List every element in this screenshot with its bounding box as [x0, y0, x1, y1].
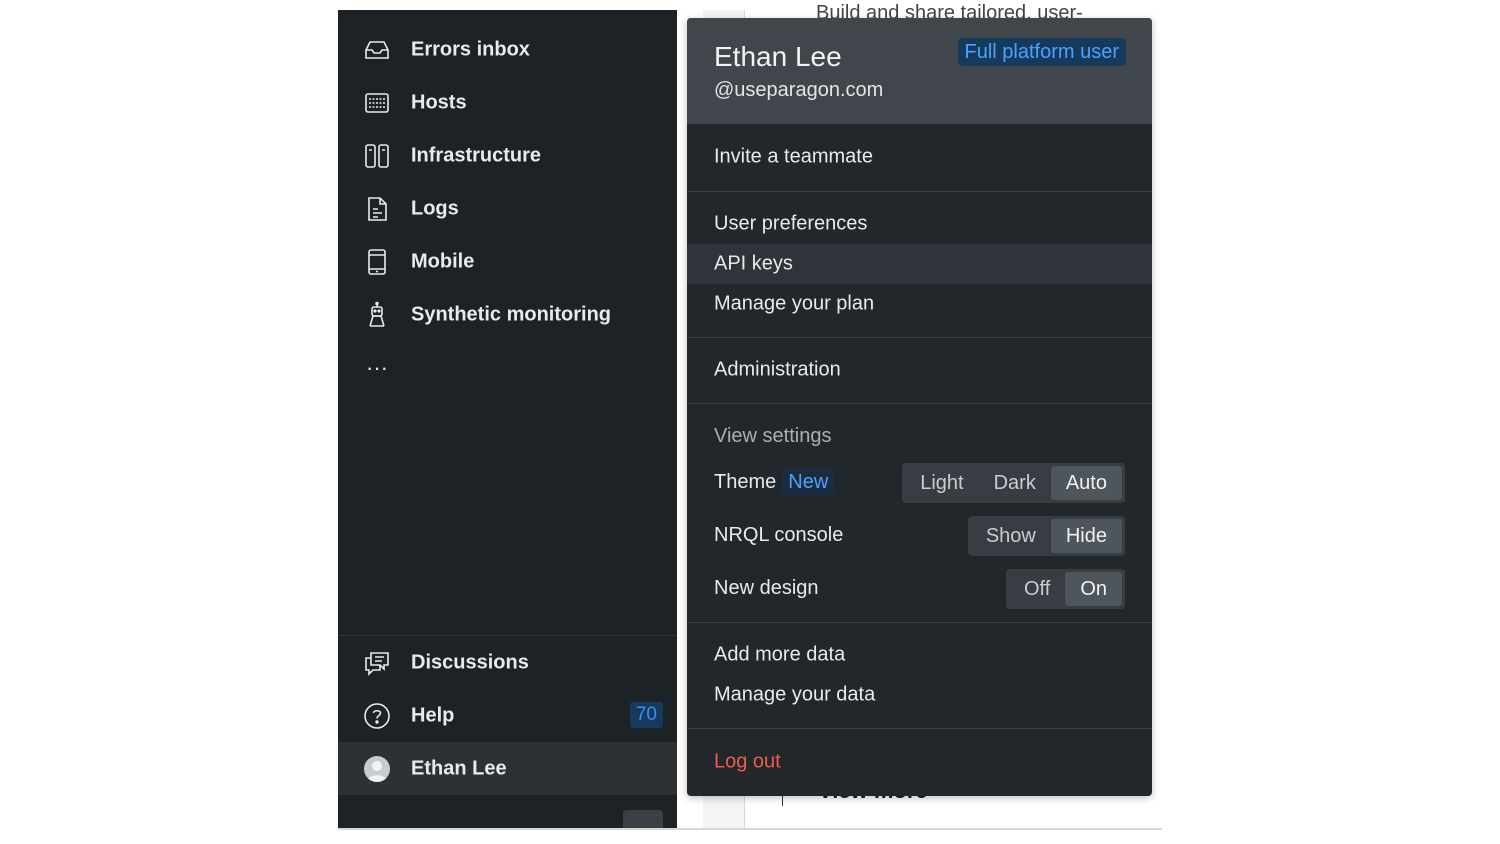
sidebar-item-infrastructure[interactable]: Infrastructure: [338, 129, 677, 182]
collapse-sidebar-button[interactable]: [623, 810, 663, 828]
manage-data-item[interactable]: Manage your data: [687, 675, 1152, 715]
manage-plan-item[interactable]: Manage your plan: [687, 284, 1152, 324]
menu-divider: [687, 337, 1152, 338]
menu-divider: [687, 191, 1152, 192]
sidebar-item-label: Mobile: [411, 250, 475, 272]
new-badge: New: [782, 468, 835, 496]
logs-icon: [363, 195, 391, 223]
menu-item-label: Manage your data: [714, 683, 876, 706]
nrql-hide-option[interactable]: Hide: [1050, 519, 1122, 553]
log-out-item[interactable]: Log out: [687, 742, 1152, 782]
help-icon: [363, 702, 391, 730]
bottom-border: [338, 828, 1162, 830]
mobile-icon: [363, 248, 391, 276]
inbox-icon: [363, 36, 391, 64]
help-count-badge: 70: [629, 702, 663, 728]
user-name: Ethan Lee: [714, 41, 842, 72]
menu-item-label: User preferences: [714, 212, 868, 235]
menu-item-label: Administration: [714, 358, 841, 381]
new-design-on-option[interactable]: On: [1065, 572, 1122, 606]
discussions-icon: [363, 649, 391, 677]
infrastructure-icon: [363, 142, 391, 170]
theme-auto-option[interactable]: Auto: [1050, 466, 1122, 500]
theme-toggle: Light Dark Auto: [902, 463, 1125, 503]
sidebar-item-label: Infrastructure: [411, 144, 542, 166]
user-email: @useparagon.com: [714, 79, 884, 101]
administration-item[interactable]: Administration: [687, 350, 1152, 390]
avatar: [363, 755, 391, 783]
invite-teammate-item[interactable]: Invite a teammate: [687, 137, 1152, 177]
new-design-toggle: Off On: [1006, 569, 1125, 609]
sidebar-item-label: Synthetic monitoring: [411, 303, 611, 325]
sidebar-item-user[interactable]: Ethan Lee: [338, 742, 677, 795]
sidebar-item-label: Ethan Lee: [411, 757, 507, 779]
theme-setting-label: Theme New: [714, 468, 835, 496]
menu-divider: [687, 728, 1152, 729]
sidebar-item-label: Help: [411, 704, 455, 726]
sidebar-item-hosts[interactable]: Hosts: [338, 76, 677, 129]
theme-label: Theme: [714, 471, 777, 493]
user-avatar-icon: [364, 756, 390, 782]
nrql-console-toggle: Show Hide: [967, 516, 1125, 556]
synthetic-monitoring-icon: [363, 301, 391, 329]
hosts-icon: [363, 89, 391, 117]
menu-item-label: Manage your plan: [714, 292, 875, 315]
menu-item-label: Invite a teammate: [714, 145, 873, 168]
sidebar-item-logs[interactable]: Logs: [338, 182, 677, 235]
new-design-label: New design: [714, 577, 819, 599]
theme-dark-option[interactable]: Dark: [979, 466, 1051, 500]
more-icon: ···: [366, 355, 388, 380]
role-badge: Full platform user: [957, 38, 1126, 66]
menu-item-label: Log out: [714, 750, 781, 773]
sidebar: Errors inbox Hosts Infrastructure Logs M…: [338, 10, 677, 828]
sidebar-item-synthetic-monitoring[interactable]: Synthetic monitoring: [338, 288, 677, 341]
sidebar-item-errors-inbox[interactable]: Errors inbox: [338, 23, 677, 76]
nrql-console-label: NRQL console: [714, 524, 844, 546]
user-menu: Ethan Lee Full platform user @useparagon…: [687, 18, 1152, 796]
add-more-data-item[interactable]: Add more data: [687, 635, 1152, 675]
menu-divider: [687, 403, 1152, 404]
sidebar-item-label: Errors inbox: [411, 38, 530, 60]
menu-item-label: API keys: [714, 252, 793, 275]
menu-divider: [687, 622, 1152, 623]
sidebar-item-mobile[interactable]: Mobile: [338, 235, 677, 288]
view-settings-title: View settings: [714, 425, 832, 447]
menu-item-label: Add more data: [714, 643, 846, 666]
theme-light-option[interactable]: Light: [905, 466, 978, 500]
sidebar-item-label: Hosts: [411, 91, 467, 113]
sidebar-item-discussions[interactable]: Discussions: [338, 636, 677, 689]
new-design-off-option[interactable]: Off: [1009, 572, 1065, 606]
nrql-show-option[interactable]: Show: [971, 519, 1051, 553]
user-menu-header: Ethan Lee Full platform user @useparagon…: [687, 18, 1152, 124]
sidebar-item-help[interactable]: Help 70: [338, 689, 677, 742]
api-keys-item[interactable]: API keys: [687, 244, 1152, 284]
sidebar-item-label: Logs: [411, 197, 459, 219]
sidebar-item-label: Discussions: [411, 651, 529, 673]
sidebar-more-button[interactable]: ···: [338, 341, 677, 394]
user-preferences-item[interactable]: User preferences: [687, 204, 1152, 244]
